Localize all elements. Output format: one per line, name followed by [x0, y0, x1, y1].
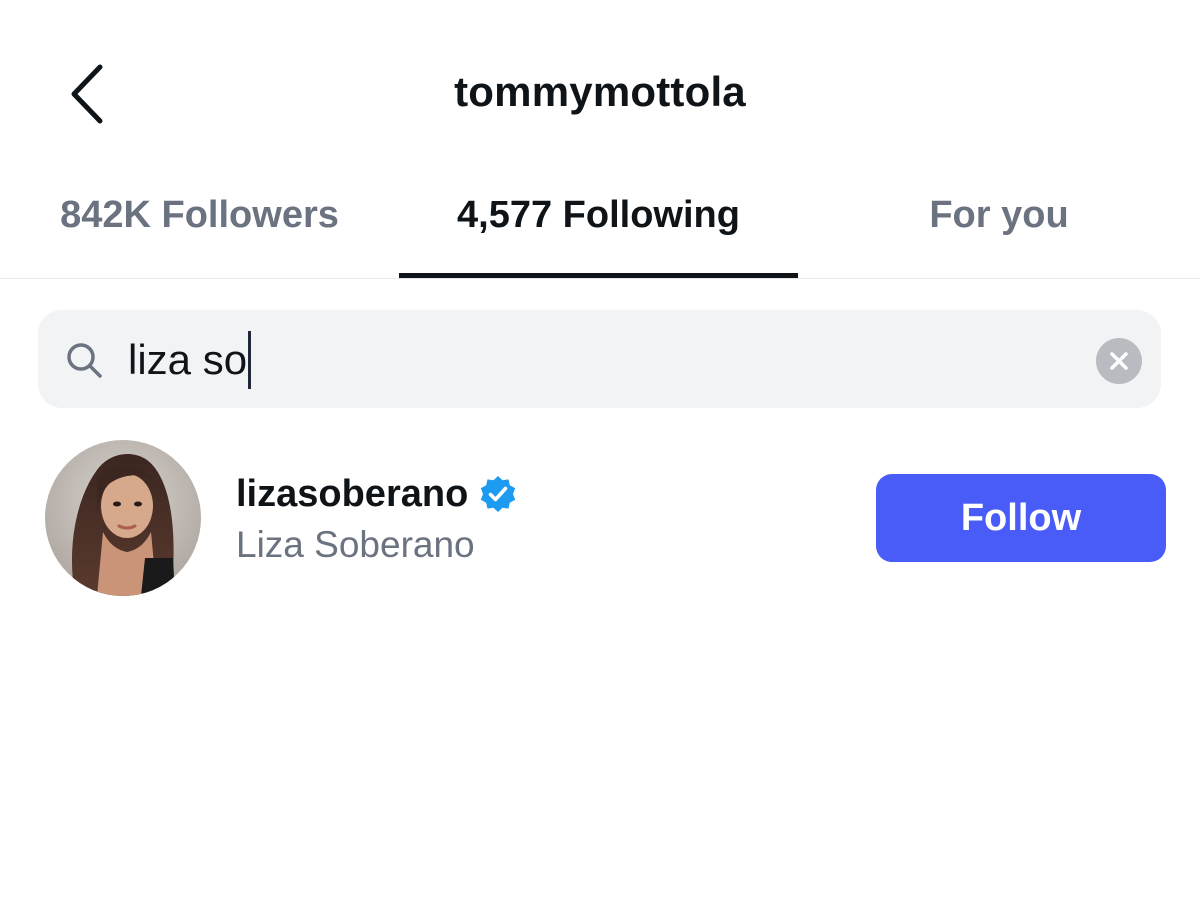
page-title: tommymottola	[454, 68, 746, 115]
list-item[interactable]: lizasoberano Liza Soberano Follow	[0, 430, 1200, 610]
search-input-value: liza so	[128, 336, 248, 383]
search-bar[interactable]: liza so	[38, 310, 1161, 408]
tab-for-you[interactable]: For you	[798, 180, 1200, 278]
text-caret	[248, 331, 252, 389]
tab-following[interactable]: 4,577 Following	[399, 180, 798, 278]
header: tommymottola	[0, 0, 1200, 190]
avatar[interactable]	[45, 440, 201, 596]
full-name: Liza Soberano	[236, 524, 475, 565]
tab-for-you-label: For you	[929, 194, 1069, 236]
clear-search-button[interactable]	[1096, 338, 1142, 384]
username[interactable]: lizasoberano	[236, 473, 468, 516]
user-names: lizasoberano Liza Soberano	[236, 470, 518, 566]
active-tab-indicator	[399, 273, 798, 278]
verified-badge-icon	[481, 476, 516, 512]
username-line: lizasoberano	[236, 470, 518, 518]
avatar-photo	[45, 440, 201, 596]
tab-bar: 842K Followers 4,577 Following For you	[0, 180, 1200, 279]
search-input[interactable]: liza so	[128, 331, 252, 389]
clear-icon	[1110, 352, 1128, 370]
tab-followers-label: 842K Followers	[60, 194, 339, 236]
search-icon	[67, 343, 102, 378]
tab-followers[interactable]: 842K Followers	[0, 180, 399, 278]
tab-following-label: 4,577 Following	[457, 194, 740, 236]
follow-button[interactable]: Follow	[876, 474, 1166, 562]
